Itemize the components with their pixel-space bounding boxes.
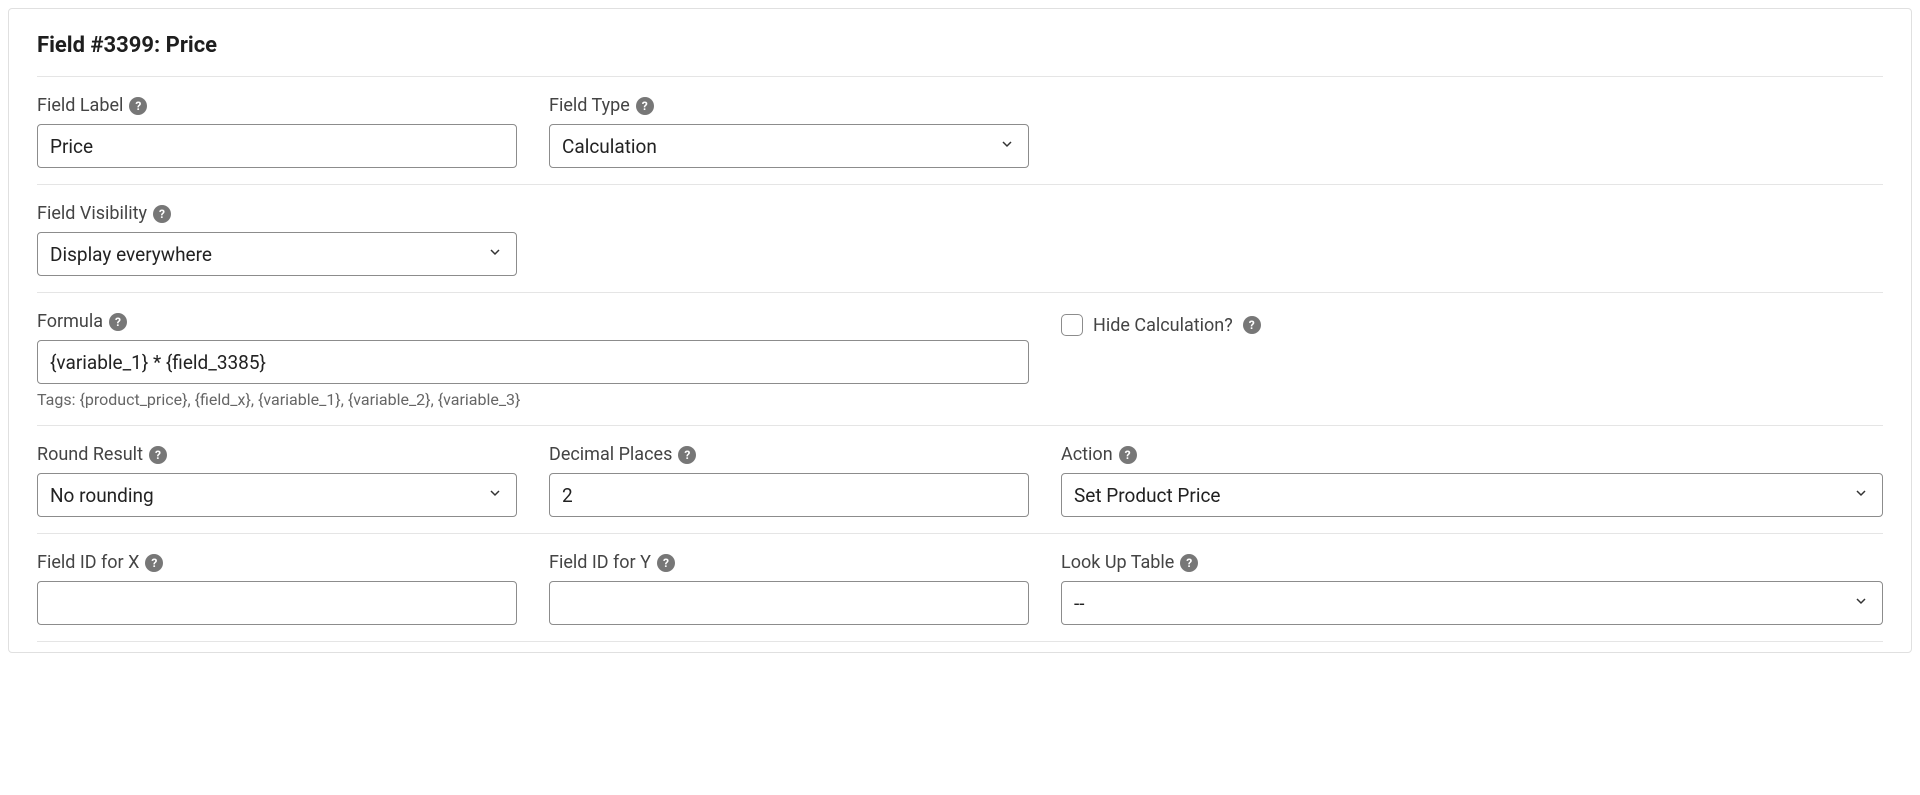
help-icon[interactable]: ? <box>109 313 127 331</box>
action-select[interactable] <box>1061 473 1883 517</box>
field-settings-panel: Field #3399: Price Field Label ? Field T… <box>8 8 1912 653</box>
field-label-label: Field Label <box>37 95 123 116</box>
row-formula: Formula ? Tags: {product_price}, {field_… <box>37 311 1883 409</box>
divider <box>37 425 1883 426</box>
field-type-group: Field Type ? <box>549 95 1029 168</box>
help-icon[interactable]: ? <box>657 554 675 572</box>
row-round-decimal-action: Round Result ? Decimal Places ? Action ? <box>37 444 1883 517</box>
field-type-select[interactable] <box>549 124 1029 168</box>
action-select-wrap <box>1061 473 1883 517</box>
field-id-x-label: Field ID for X <box>37 552 139 573</box>
field-visibility-select-wrap <box>37 232 517 276</box>
hide-calc-checkbox[interactable] <box>1061 314 1083 336</box>
field-visibility-group: Field Visibility ? <box>37 203 517 276</box>
row-ids-lookup: Field ID for X ? Field ID for Y ? Look U… <box>37 552 1883 625</box>
round-result-select-wrap <box>37 473 517 517</box>
divider <box>37 641 1883 642</box>
help-icon[interactable]: ? <box>678 446 696 464</box>
field-visibility-label: Field Visibility <box>37 203 147 224</box>
formula-hint: Tags: {product_price}, {field_x}, {varia… <box>37 390 1029 409</box>
label-row: Round Result ? <box>37 444 517 465</box>
help-icon[interactable]: ? <box>129 97 147 115</box>
formula-input[interactable] <box>37 340 1029 384</box>
hide-calc-group: Hide Calculation? ? <box>1061 311 1883 337</box>
lookup-table-group: Look Up Table ? <box>1061 552 1883 625</box>
help-icon[interactable]: ? <box>1243 316 1261 334</box>
lookup-table-label: Look Up Table <box>1061 552 1174 573</box>
field-id-y-label: Field ID for Y <box>549 552 651 573</box>
label-row: Field ID for X ? <box>37 552 517 573</box>
action-label: Action <box>1061 444 1113 465</box>
field-id-y-group: Field ID for Y ? <box>549 552 1029 625</box>
help-icon[interactable]: ? <box>145 554 163 572</box>
decimal-places-input[interactable] <box>549 473 1029 517</box>
round-result-group: Round Result ? <box>37 444 517 517</box>
round-result-label: Round Result <box>37 444 143 465</box>
field-id-x-input[interactable] <box>37 581 517 625</box>
row-visibility: Field Visibility ? <box>37 203 1883 276</box>
help-icon[interactable]: ? <box>149 446 167 464</box>
label-row: Field Label ? <box>37 95 517 116</box>
lookup-table-select-wrap <box>1061 581 1883 625</box>
label-row: Decimal Places ? <box>549 444 1029 465</box>
divider <box>37 184 1883 185</box>
field-id-x-group: Field ID for X ? <box>37 552 517 625</box>
formula-label: Formula <box>37 311 103 332</box>
formula-group: Formula ? Tags: {product_price}, {field_… <box>37 311 1029 409</box>
help-icon[interactable]: ? <box>1180 554 1198 572</box>
decimal-places-group: Decimal Places ? <box>549 444 1029 517</box>
help-icon[interactable]: ? <box>636 97 654 115</box>
label-row: Field ID for Y ? <box>549 552 1029 573</box>
field-type-label: Field Type <box>549 95 630 116</box>
divider <box>37 76 1883 77</box>
decimal-places-label: Decimal Places <box>549 444 672 465</box>
help-icon[interactable]: ? <box>1119 446 1137 464</box>
field-label-group: Field Label ? <box>37 95 517 168</box>
label-row: Formula ? <box>37 311 1029 332</box>
help-icon[interactable]: ? <box>153 205 171 223</box>
label-row: Look Up Table ? <box>1061 552 1883 573</box>
divider <box>37 292 1883 293</box>
row-label-type: Field Label ? Field Type ? <box>37 95 1883 168</box>
label-row: Action ? <box>1061 444 1883 465</box>
field-id-y-input[interactable] <box>549 581 1029 625</box>
lookup-table-select[interactable] <box>1061 581 1883 625</box>
field-type-select-wrap <box>549 124 1029 168</box>
hide-calc-row: Hide Calculation? ? <box>1061 313 1883 337</box>
field-label-input[interactable] <box>37 124 517 168</box>
action-group: Action ? <box>1061 444 1883 517</box>
hide-calc-label: Hide Calculation? <box>1093 315 1233 336</box>
panel-title: Field #3399: Price <box>37 33 1883 58</box>
label-row: Field Visibility ? <box>37 203 517 224</box>
field-visibility-select[interactable] <box>37 232 517 276</box>
round-result-select[interactable] <box>37 473 517 517</box>
label-row: Field Type ? <box>549 95 1029 116</box>
divider <box>37 533 1883 534</box>
